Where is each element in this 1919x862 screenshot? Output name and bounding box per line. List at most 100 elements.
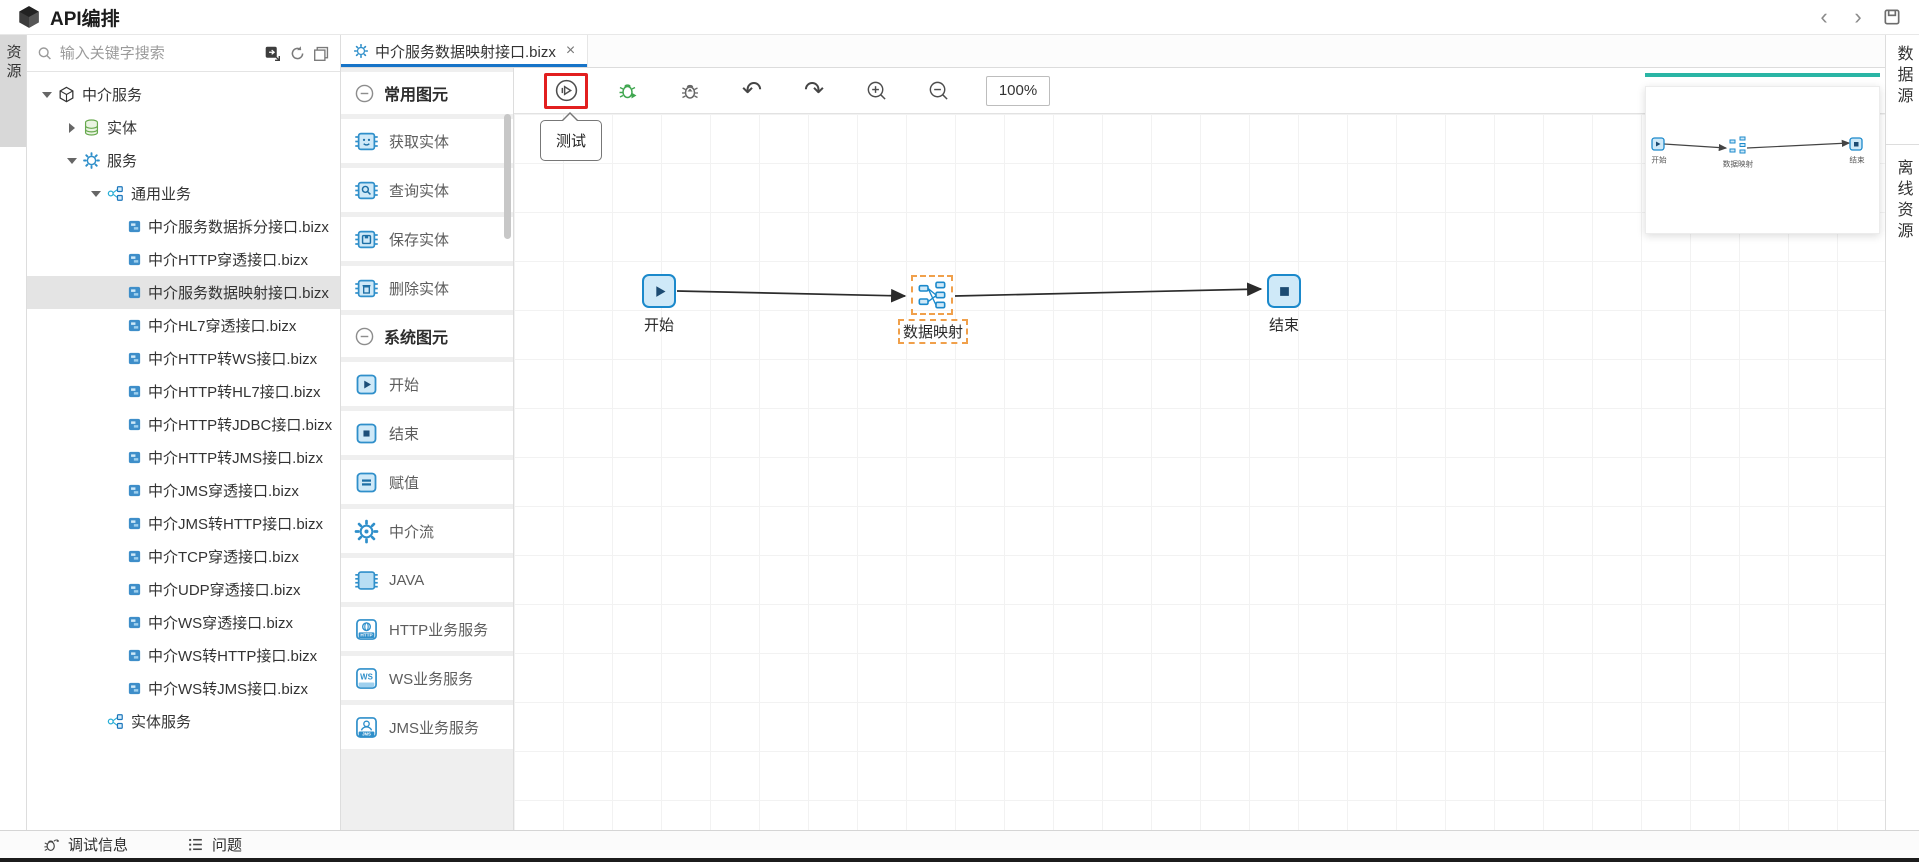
palette-item-ws-service[interactable]: WS WS业务服务 [341, 656, 513, 700]
rail-tab-data-source[interactable]: 数据源 [1886, 35, 1919, 145]
tree-file-label: 中介JMS转HTTP接口.bizx [148, 516, 324, 533]
tree-node-entity[interactable]: 实体 [27, 111, 340, 144]
minimap-panel[interactable]: 开始 数据映射 结束 [1645, 86, 1880, 234]
palette-item-start[interactable]: 开始 [341, 362, 513, 406]
tree-file-item[interactable]: 中介WS转HTTP接口.bizx [27, 639, 340, 672]
caret-down-icon[interactable] [65, 154, 79, 168]
tree-file-label: 中介HTTP转WS接口.bizx [148, 351, 318, 368]
caret-down-icon[interactable] [89, 187, 103, 201]
zoom-level[interactable]: 100% [986, 75, 1050, 106]
debug-step-button[interactable] [668, 73, 712, 109]
tree-file-item[interactable]: 中介WS转JMS接口.bizx [27, 672, 340, 705]
tree-file-item[interactable]: 中介HTTP转HL7接口.bizx [27, 375, 340, 408]
bottom-edge [0, 858, 1919, 862]
palette-item-save-entity[interactable]: 保存实体 [341, 217, 513, 261]
palette-item-mediation-flow[interactable]: 中介流 [341, 509, 513, 553]
bizx-file-icon [128, 550, 141, 563]
node-start[interactable] [642, 274, 676, 308]
tree-node-business[interactable]: 通用业务 [27, 177, 340, 210]
tree-file-item[interactable]: 中介服务数据映射接口.bizx [27, 276, 340, 309]
zoom-in-button[interactable] [854, 73, 898, 109]
palette-item-get-entity[interactable]: 获取实体 [341, 119, 513, 163]
tree-node-entity-service[interactable]: 实体服务 [27, 705, 340, 738]
node-label-end: 结束 [1268, 317, 1299, 334]
bizx-file-icon [128, 451, 141, 464]
palette-item-assign[interactable]: 赋值 [341, 460, 513, 504]
tree-file-item[interactable]: 中介HL7穿透接口.bizx [27, 309, 340, 342]
node-end[interactable] [1267, 274, 1301, 308]
node-label-data-mapping: 数据映射 [898, 319, 969, 344]
tree-file-item[interactable]: 中介UDP穿透接口.bizx [27, 573, 340, 606]
minimap-accent-bar [1645, 73, 1880, 77]
bizx-file-icon [128, 484, 141, 497]
node-label-start: 开始 [643, 317, 674, 334]
tree-file-label: 中介WS穿透接口.bizx [148, 615, 294, 632]
collapse-panels-icon[interactable] [312, 42, 332, 64]
undo-button[interactable]: ↶ [730, 73, 774, 109]
bottom-bar: 调试信息 问题 [0, 830, 1919, 858]
tree-file-item[interactable]: 中介服务数据拆分接口.bizx [27, 210, 340, 243]
search-icon [38, 46, 51, 60]
tree-file-item[interactable]: 中介JMS转HTTP接口.bizx [27, 507, 340, 540]
palette-group-common[interactable]: 常用图元 [341, 72, 513, 114]
search-row [27, 35, 340, 72]
bizx-file-icon [128, 583, 141, 596]
tab-data-mapping-interface[interactable]: 中介服务数据映射接口.bizx × [341, 35, 589, 67]
palette-item-java[interactable]: JAVA [341, 558, 513, 602]
zoom-out-button[interactable] [916, 73, 960, 109]
tree-node-service[interactable]: 服务 [27, 144, 340, 177]
debug-info-icon [44, 839, 60, 852]
svg-text:WS: WS [360, 672, 373, 681]
gear-icon [354, 44, 368, 58]
left-rail: 资源 [0, 35, 27, 830]
java-chip-icon [355, 570, 378, 590]
tree-node-root[interactable]: 中介服务 [27, 78, 340, 111]
palette-scrollbar[interactable] [504, 114, 511, 239]
palette-group-system[interactable]: 系统图元 [341, 315, 513, 357]
collapse-circle-minus-icon [355, 84, 374, 102]
tab-label: 中介服务数据映射接口.bizx [375, 43, 556, 61]
palette-item-jms-service[interactable]: JMS JMS业务服务 [341, 705, 513, 749]
palette-item-delete-entity[interactable]: 删除实体 [341, 266, 513, 310]
http-service-icon: HTTP [356, 618, 377, 640]
tree-file-item[interactable]: 中介TCP穿透接口.bizx [27, 540, 340, 573]
end-icon [356, 423, 377, 443]
node-data-mapping[interactable] [911, 275, 953, 315]
database-icon [84, 119, 99, 136]
svg-text:HTTP: HTTP [360, 632, 372, 638]
tree-file-item[interactable]: 中介HTTP转JMS接口.bizx [27, 441, 340, 474]
debug-run-button[interactable] [606, 73, 650, 109]
debug-info-button[interactable]: 调试信息 [42, 834, 128, 855]
caret-right-icon[interactable] [65, 121, 79, 135]
minimap-label-start: 开始 [1651, 155, 1667, 165]
refresh-icon[interactable] [287, 42, 307, 64]
mediation-flow-gear-icon [354, 519, 379, 543]
palette-item-end[interactable]: 结束 [341, 411, 513, 455]
chip-get-entity-icon [355, 132, 378, 150]
tree-file-item[interactable]: 中介JMS穿透接口.bizx [27, 474, 340, 507]
tab-close-icon[interactable]: × [566, 42, 575, 60]
nav-forward-icon[interactable]: › [1845, 4, 1871, 30]
tree-label: 实体 [107, 120, 138, 137]
tree-file-item[interactable]: 中介HTTP转WS接口.bizx [27, 342, 340, 375]
rail-tab-offline-resources[interactable]: 离线资源 [1886, 145, 1919, 295]
nav-back-icon[interactable]: ‹ [1811, 4, 1837, 30]
resource-tree: 中介服务 实体 服务 通用业务 中介服务数据拆分接口.bizx 中介HTTP穿透… [27, 72, 340, 830]
problems-button[interactable]: 问题 [186, 834, 242, 855]
tree-file-item[interactable]: 中介HTTP穿透接口.bizx [27, 243, 340, 276]
tree-file-label: 中介服务数据映射接口.bizx [148, 285, 329, 302]
tree-file-item[interactable]: 中介WS穿透接口.bizx [27, 606, 340, 639]
redo-button[interactable]: ↷ [792, 73, 836, 109]
rail-tab-resources[interactable]: 资源 [0, 35, 26, 147]
palette-item-http-service[interactable]: HTTP HTTP业务服务 [341, 607, 513, 651]
tree-file-item[interactable]: 中介HTTP转JDBC接口.bizx [27, 408, 340, 441]
caret-down-icon[interactable] [40, 88, 54, 102]
tree-file-label: 中介HTTP转JDBC接口.bizx [148, 417, 333, 434]
test-button[interactable] [544, 72, 588, 109]
edge-start-to-mapping [676, 288, 907, 303]
save-icon[interactable] [1879, 4, 1905, 30]
palette-item-query-entity[interactable]: 查询实体 [341, 168, 513, 212]
locate-icon[interactable] [263, 42, 283, 64]
search-input[interactable] [59, 44, 259, 62]
chip-query-entity-icon [355, 181, 378, 199]
